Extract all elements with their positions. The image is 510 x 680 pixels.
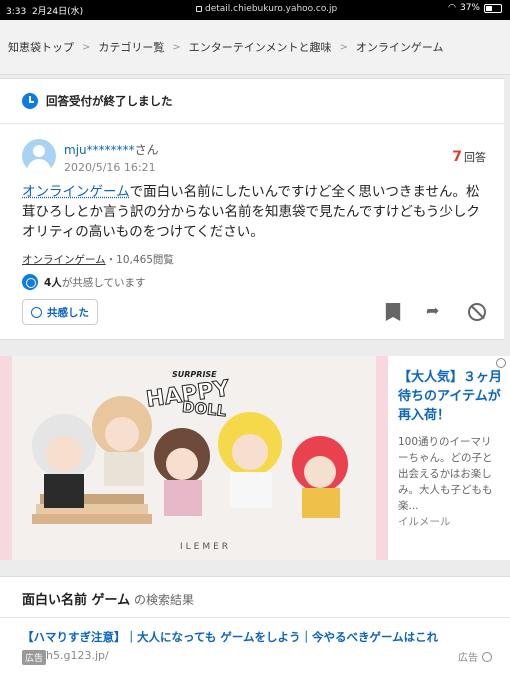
block-icon[interactable]	[468, 303, 486, 321]
result-link[interactable]: 【ハマりすぎ注意】｜大人になっても ゲームをしよう｜今やるべきゲームはこれ	[22, 629, 502, 645]
question-body: オンラインゲームで面白い名前にしたいんですけど全く思いつきません。松茸ひろしとか…	[22, 184, 480, 240]
username-link[interactable]: mju********さん	[64, 141, 159, 158]
ad-label[interactable]: 広告	[458, 649, 492, 664]
post-date: 2020/5/16 16:21	[64, 161, 156, 174]
breadcrumb: 知恵袋トップ > カテゴリー覧 > エンターテインメントと趣味 > オンラインゲ…	[0, 20, 510, 75]
question-card: 回答受付が終了しました mju********さん 2020/5/16 16:2…	[0, 78, 504, 340]
ad-banner[interactable]: SURPRISE HAPPY DOLL ILEMER 【大人気】３ヶ月待ちのアイ…	[0, 356, 510, 560]
divider	[0, 617, 510, 618]
empathy-summary: 4人が共感しています	[22, 274, 146, 290]
answer-count[interactable]: 7 回答	[452, 149, 486, 165]
status-time: 3:33 2月24日(水)	[6, 7, 84, 17]
info-icon[interactable]	[496, 358, 506, 368]
bookmark-icon[interactable]	[385, 303, 401, 321]
closed-notice: 回答受付が終了しました	[22, 93, 173, 109]
lock-icon	[196, 5, 202, 12]
chevron-right-icon: >	[339, 41, 348, 53]
ad-image-brand: ILEMER	[180, 542, 232, 552]
ad-description: 100通りのイーマリーちゃん。どの子と出会えるかはお楽しみ。大人も子どもも楽..…	[398, 436, 493, 512]
question-meta: オンラインゲーム・10,465閲覧	[22, 252, 174, 267]
question-keyword-link[interactable]: オンラインゲーム	[22, 184, 130, 200]
result-domain: h5.g123.jp/	[46, 649, 109, 662]
category-link[interactable]: オンラインゲーム	[22, 254, 106, 266]
status-icons: ◠ 37%	[448, 3, 502, 13]
breadcrumb-item-categories[interactable]: カテゴリー覧	[98, 39, 164, 55]
breadcrumb-item-entertainment[interactable]: エンターテインメントと趣味	[189, 39, 332, 55]
question-actions	[384, 301, 486, 321]
divider	[0, 123, 504, 124]
chevron-right-icon: >	[172, 41, 181, 53]
ad-advertiser: イルメール	[398, 516, 451, 528]
empathy-button[interactable]: 共感した	[22, 299, 98, 325]
ad-tag: 広告	[22, 650, 47, 665]
breadcrumb-item-online-game[interactable]: オンラインゲーム	[356, 39, 444, 55]
search-results: 面白い名前 ゲーム の検索結果 【ハマりすぎ注意】｜大人になっても ゲームをしよ…	[0, 576, 510, 680]
smile-icon	[31, 306, 42, 318]
wifi-icon: ◠	[448, 3, 456, 13]
breadcrumb-item-top[interactable]: 知恵袋トップ	[8, 39, 74, 55]
smile-icon	[22, 274, 38, 290]
status-bar: 3:33 2月24日(水) detail.chiebukuro.yahoo.co…	[0, 0, 510, 20]
avatar[interactable]	[22, 139, 56, 173]
chevron-right-icon: >	[82, 41, 91, 53]
results-heading: 面白い名前 ゲーム の検索結果	[22, 593, 194, 608]
address-bar[interactable]: detail.chiebukuro.yahoo.co.jp	[196, 4, 337, 14]
battery-percent: 37%	[459, 3, 480, 13]
ad-image[interactable]: SURPRISE HAPPY DOLL ILEMER	[0, 356, 388, 560]
info-icon	[482, 651, 492, 662]
clock-icon	[22, 93, 38, 109]
view-count: ・10,465閲覧	[105, 254, 174, 266]
ad-title[interactable]: 【大人気】３ヶ月待ちのアイテムが再入荷！	[398, 368, 502, 425]
dolls-illustration	[32, 396, 348, 524]
share-icon[interactable]	[426, 301, 444, 321]
battery-icon	[484, 3, 502, 13]
